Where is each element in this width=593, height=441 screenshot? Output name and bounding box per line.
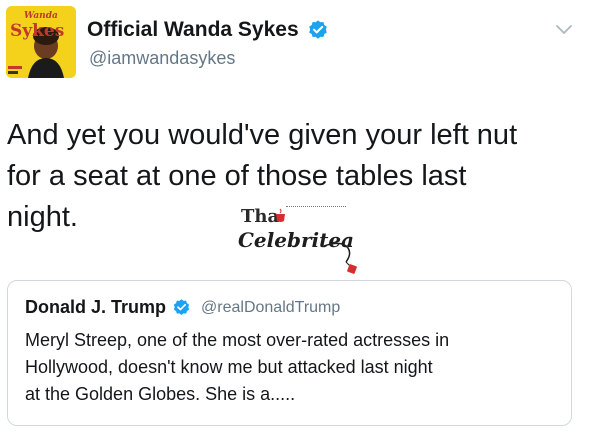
quoted-tweet-text-line: Hollywood, doesn't know me but attacked … — [25, 357, 433, 377]
chevron-down-icon[interactable] — [555, 22, 573, 36]
quoted-author-display-name: Donald J. Trump — [25, 297, 167, 317]
teacup-icon — [276, 208, 285, 222]
quoted-tweet-text-line: at the Golden Globes. She is a..... — [25, 384, 296, 404]
avatar-text-top: Wanda — [24, 11, 58, 21]
watermark-logo: Tha Celebritea — [238, 206, 368, 274]
tweet-text-line: for a seat at one of those tables last — [7, 160, 467, 192]
tea-bag-swoosh-icon — [323, 242, 357, 274]
author-avatar[interactable]: Wanda Sykes — [6, 6, 76, 78]
author-name-row[interactable]: Official Wanda Sykes — [87, 18, 329, 42]
quoted-tweet-text-line: Meryl Streep, one of the most over-rated… — [25, 330, 450, 350]
quoted-tweet-header: Donald J. Trump @realDonaldTrump — [25, 297, 340, 318]
author-display-name[interactable]: Official Wanda Sykes — [87, 18, 299, 42]
avatar-text-main: Sykes — [10, 21, 64, 41]
quoted-tweet-text: Meryl Streep, one of the most over-rated… — [25, 327, 560, 408]
verified-badge-icon — [308, 20, 327, 39]
quoted-author-handle: @realDonaldTrump — [201, 298, 341, 316]
tweet-text-line: And yet you would've given your left nut — [7, 119, 518, 151]
author-handle[interactable]: @iamwandasykes — [89, 48, 235, 69]
watermark-divider — [286, 206, 346, 207]
quoted-tweet-card[interactable]: Donald J. Trump @realDonaldTrump Meryl S… — [7, 280, 572, 426]
verified-badge-icon — [173, 299, 190, 316]
